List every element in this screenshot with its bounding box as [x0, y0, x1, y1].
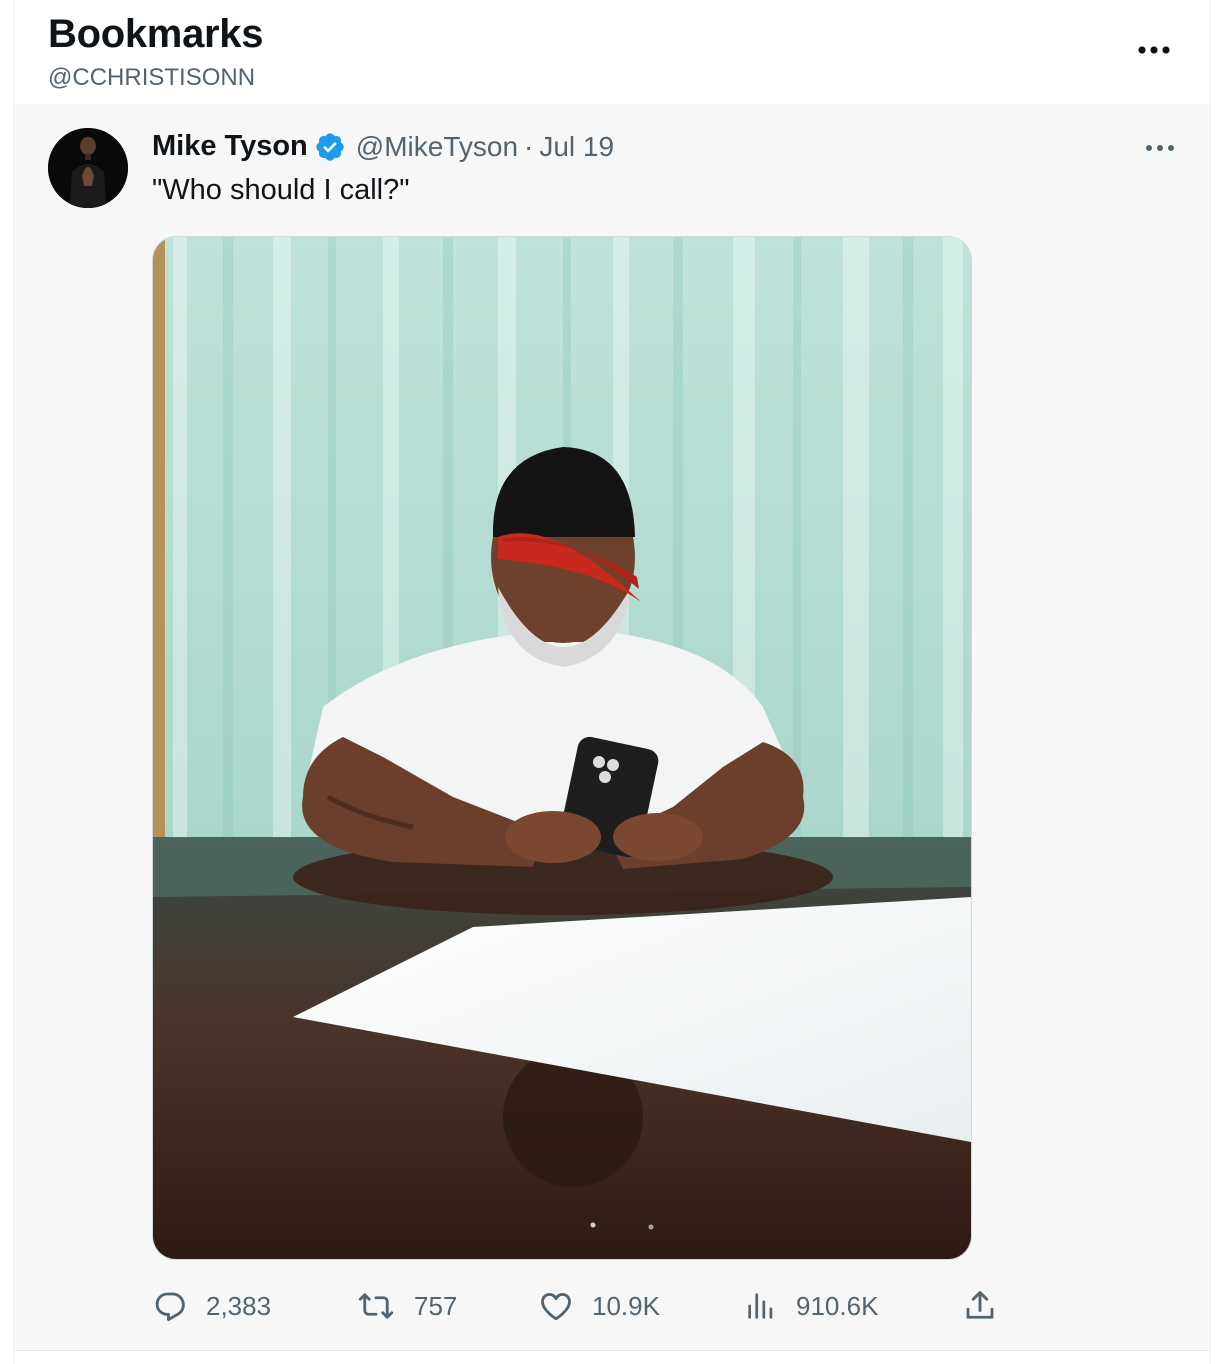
views-count: 910.6K — [796, 1290, 879, 1321]
verified-badge-icon — [314, 131, 346, 163]
retweet-button[interactable]: 757 — [356, 1284, 457, 1328]
reply-count: 2,383 — [206, 1290, 272, 1321]
views-button[interactable]: 910.6K — [744, 1284, 878, 1328]
like-count: 10.9K — [592, 1290, 660, 1321]
bookmarked-tweet[interactable]: Mike Tyson @MikeTyson · Jul 19 "Who shou… — [14, 104, 1210, 1350]
tweet-header: Mike Tyson @MikeTyson · Jul 19 — [152, 130, 614, 163]
retweet-count: 757 — [414, 1290, 458, 1321]
tweet-photo[interactable] — [152, 236, 972, 1260]
like-button[interactable]: 10.9K — [538, 1284, 660, 1328]
account-handle: @CCHRISTISONN — [48, 64, 256, 91]
bookmarks-column: Bookmarks @CCHRISTISONN Mike Tyson @Mike… — [13, 0, 1211, 1364]
tweet-date[interactable]: Jul 19 — [539, 131, 614, 163]
reply-icon — [152, 1288, 188, 1324]
views-icon — [744, 1288, 778, 1324]
tweet-text: "Who should I call?" — [152, 174, 410, 206]
share-icon — [962, 1288, 998, 1324]
page-title: Bookmarks — [48, 12, 264, 56]
author-name[interactable]: Mike Tyson — [152, 130, 308, 163]
tweet-actions: 2,383 757 10.9K 910.6K — [152, 1284, 1032, 1328]
reply-button[interactable]: 2,383 — [152, 1284, 271, 1328]
retweet-icon — [356, 1288, 396, 1324]
page-header: Bookmarks @CCHRISTISONN — [14, 0, 1210, 104]
author-avatar[interactable] — [48, 128, 128, 208]
divider — [14, 1350, 1210, 1351]
more-icon[interactable] — [1134, 30, 1174, 70]
author-handle[interactable]: @MikeTyson — [356, 131, 518, 163]
separator-dot: · — [524, 130, 534, 162]
tweet-more-icon[interactable] — [1140, 132, 1180, 164]
like-icon — [538, 1288, 574, 1324]
photo-illustration — [153, 237, 971, 1259]
share-button[interactable] — [962, 1284, 998, 1328]
